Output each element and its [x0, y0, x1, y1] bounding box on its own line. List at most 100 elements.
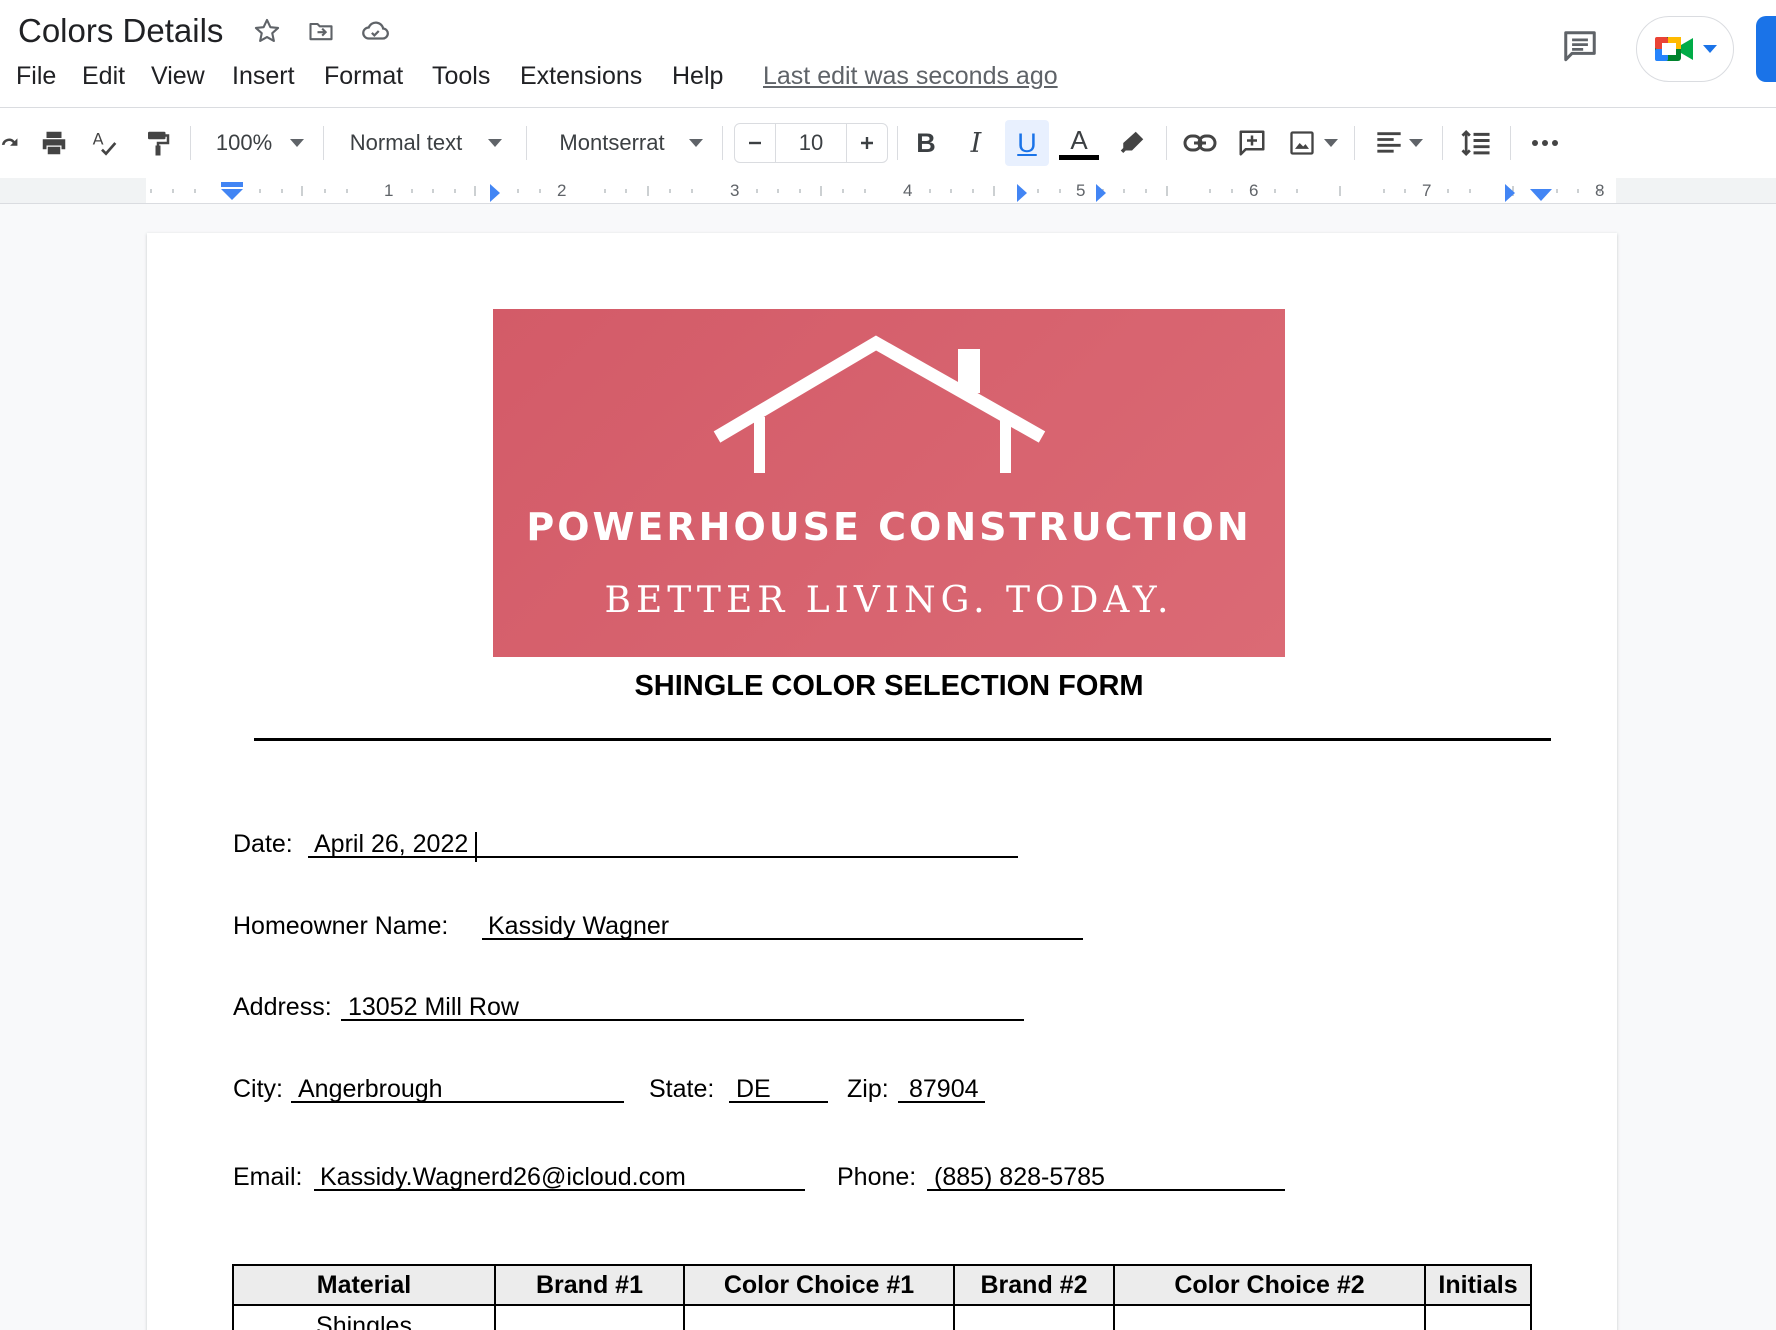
logo-tagline: BETTER LIVING. TODAY.: [604, 580, 1174, 621]
menu-view[interactable]: View: [151, 62, 205, 91]
chevron-down-icon: [1703, 45, 1717, 53]
column-header-color-choice-1[interactable]: Color Choice #1: [683, 1264, 955, 1306]
state-underline: [729, 1101, 828, 1103]
menu-tools[interactable]: Tools: [432, 62, 490, 91]
column-header-brand-2[interactable]: Brand #2: [953, 1264, 1115, 1306]
column-header-brand-1[interactable]: Brand #1: [494, 1264, 685, 1306]
menu-help[interactable]: Help: [672, 62, 723, 91]
table-row: Shingles: [232, 1304, 1532, 1330]
chevron-down-icon: [1409, 139, 1423, 147]
ruler-number: 8: [1595, 181, 1605, 200]
right-indent-handle[interactable]: [1529, 186, 1553, 204]
menu-edit[interactable]: Edit: [82, 62, 125, 91]
last-edit-link[interactable]: Last edit was seconds ago: [763, 62, 1058, 91]
table-cell[interactable]: Shingles: [232, 1304, 496, 1330]
zoom-select[interactable]: 100%: [205, 120, 315, 166]
underline-button[interactable]: U: [1005, 120, 1049, 166]
text-color-swatch: [1059, 154, 1099, 160]
toolbar-separator: [1510, 126, 1511, 160]
bold-button[interactable]: B: [905, 120, 947, 166]
paragraph-style-value: Normal text: [349, 130, 463, 155]
meet-button[interactable]: [1636, 16, 1734, 82]
state-label: State:: [649, 1075, 715, 1103]
tab-stop-handle[interactable]: [1094, 182, 1108, 204]
share-button[interactable]: [1756, 16, 1776, 82]
state-value[interactable]: DE: [736, 1075, 771, 1104]
cloud-saved-icon[interactable]: [358, 14, 392, 48]
paint-format-icon[interactable]: [136, 120, 180, 166]
horizontal-rule: [254, 738, 1551, 741]
zip-label: Zip:: [847, 1075, 889, 1103]
table-header-row: Material Brand #1 Color Choice #1 Brand …: [232, 1264, 1532, 1306]
table-cell[interactable]: [1113, 1304, 1426, 1330]
address-label: Address:: [233, 993, 332, 1021]
tab-stop-handle[interactable]: [488, 182, 502, 204]
spellcheck-icon[interactable]: A: [84, 120, 128, 166]
zip-value[interactable]: 87904: [909, 1075, 979, 1104]
zoom-value: 100%: [215, 130, 273, 155]
paragraph-style-select[interactable]: Normal text: [340, 120, 512, 166]
font-family-select[interactable]: Montserrat: [545, 120, 717, 166]
font-family-value: Montserrat: [559, 130, 665, 155]
column-header-material[interactable]: Material: [232, 1264, 496, 1306]
add-comment-icon[interactable]: [1230, 120, 1274, 166]
menu-format[interactable]: Format: [324, 62, 403, 91]
phone-label: Phone:: [837, 1163, 917, 1191]
more-options-icon[interactable]: [1522, 120, 1568, 166]
decrease-font-size-button[interactable]: [734, 123, 776, 163]
phone-value[interactable]: (885) 828-5785: [934, 1163, 1105, 1192]
toolbar-separator: [190, 126, 191, 160]
email-underline: [314, 1189, 805, 1191]
form-title: SHINGLE COLOR SELECTION FORM: [634, 670, 1144, 702]
column-header-color-choice-2[interactable]: Color Choice #2: [1113, 1264, 1426, 1306]
chevron-down-icon: [688, 139, 703, 147]
redo-icon[interactable]: [0, 120, 22, 166]
chevron-down-icon: [488, 139, 503, 147]
city-value[interactable]: Angerbrough: [298, 1075, 443, 1104]
table-cell[interactable]: [1424, 1304, 1532, 1330]
selection-table: Material Brand #1 Color Choice #1 Brand …: [232, 1264, 1532, 1330]
link-icon[interactable]: [1178, 120, 1222, 166]
date-value[interactable]: April 26, 2022: [314, 830, 468, 859]
tab-stop-handle[interactable]: [1015, 182, 1029, 204]
align-button[interactable]: [1370, 120, 1428, 166]
chevron-down-icon: [290, 139, 305, 147]
comment-history-icon[interactable]: [1555, 22, 1605, 72]
city-underline: [291, 1101, 624, 1103]
address-value[interactable]: 13052 Mill Row: [348, 993, 519, 1022]
print-icon[interactable]: [32, 120, 76, 166]
table-cell[interactable]: [683, 1304, 955, 1330]
phone-underline: [927, 1189, 1285, 1191]
table-cell[interactable]: [953, 1304, 1115, 1330]
menu-file[interactable]: File: [16, 62, 56, 91]
toolbar-separator: [526, 126, 527, 160]
tab-stop-handle[interactable]: [1503, 182, 1517, 204]
column-header-initials[interactable]: Initials: [1424, 1264, 1532, 1306]
menu-extensions[interactable]: Extensions: [520, 62, 642, 91]
homeowner-underline: [482, 938, 1083, 940]
zip-underline: [898, 1101, 985, 1103]
text-color-button[interactable]: A: [1057, 120, 1101, 166]
first-line-indent-handle[interactable]: [220, 180, 246, 204]
move-to-folder-icon[interactable]: [304, 14, 338, 48]
toolbar-divider: [0, 107, 1776, 108]
italic-button[interactable]: I: [955, 120, 997, 166]
email-value[interactable]: Kassidy.Wagnerd26@icloud.com: [320, 1163, 686, 1192]
menu-insert[interactable]: Insert: [232, 62, 295, 91]
star-icon[interactable]: [250, 14, 284, 48]
insert-image-button[interactable]: [1282, 120, 1344, 166]
line-spacing-icon[interactable]: [1454, 120, 1498, 166]
toolbar-separator: [1166, 126, 1167, 160]
highlight-icon[interactable]: [1110, 120, 1154, 166]
ruler-number: 3: [730, 181, 740, 200]
homeowner-value[interactable]: Kassidy Wagner: [488, 912, 669, 941]
toolbar-separator: [1442, 126, 1443, 160]
bold-icon: B: [916, 127, 936, 158]
chevron-down-icon: [1324, 139, 1338, 147]
increase-font-size-button[interactable]: [846, 123, 888, 163]
table-cell[interactable]: [494, 1304, 685, 1330]
document-title[interactable]: Colors Details: [18, 12, 223, 50]
underline-icon: U: [1017, 127, 1037, 158]
font-size-input[interactable]: 10: [775, 123, 847, 163]
ruler-number: 5: [1076, 181, 1086, 200]
